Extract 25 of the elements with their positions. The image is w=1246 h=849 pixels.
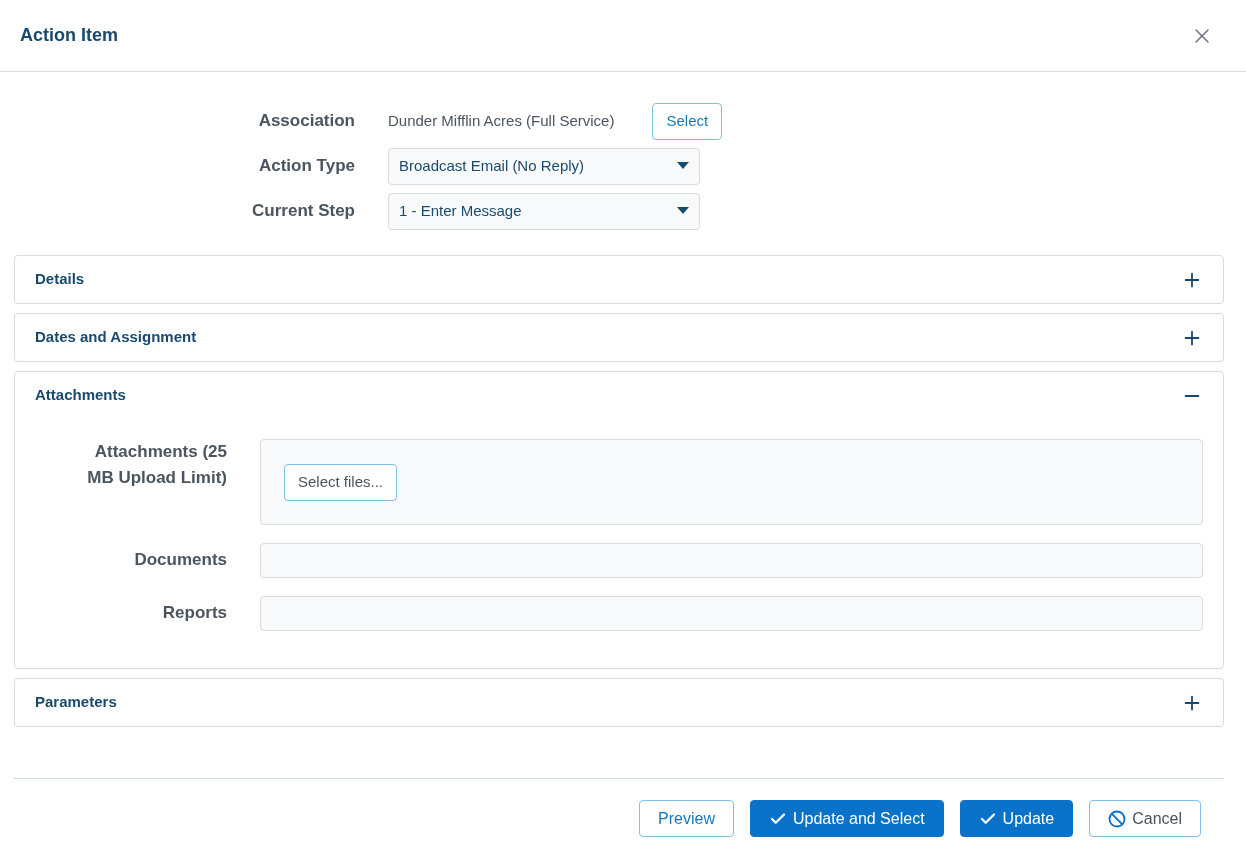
association-value: Dunder Mifflin Acres (Full Service)	[388, 110, 615, 131]
select-button[interactable]: Select	[652, 102, 723, 140]
dropdown[interactable]: Broadcast Email (No Reply)	[388, 147, 700, 185]
field-label: Documents	[133, 549, 227, 571]
field-label: Association	[257, 110, 355, 133]
accordion-header[interactable]: Dates and Assignment	[15, 314, 1223, 361]
input-field[interactable]	[260, 596, 1203, 631]
field-label: Current Step	[251, 200, 355, 223]
field-label: Action Type	[257, 155, 355, 178]
caret-icon	[677, 207, 689, 215]
dialog-title: Action Item	[20, 24, 118, 47]
input-field[interactable]	[260, 543, 1203, 578]
field-label: Reports	[161, 602, 227, 624]
accordion-header[interactable]: Parameters	[15, 679, 1223, 726]
accordion-header[interactable]: Attachments	[15, 372, 1223, 419]
action-button[interactable]: Cancel	[1089, 800, 1201, 837]
action-button[interactable]: Preview	[639, 800, 734, 837]
accordion-header[interactable]: Details	[15, 256, 1223, 303]
ban-icon	[1108, 809, 1127, 828]
action-button[interactable]: Update and Select	[749, 800, 944, 837]
action-button[interactable]: Update	[959, 800, 1074, 837]
dropdown[interactable]: 1 - Enter Message	[388, 192, 700, 230]
select-files-button[interactable]: Select files...	[284, 463, 398, 501]
caret-icon	[677, 162, 689, 170]
field-label: Attachments (25 MB Upload Limit)	[86, 441, 227, 489]
